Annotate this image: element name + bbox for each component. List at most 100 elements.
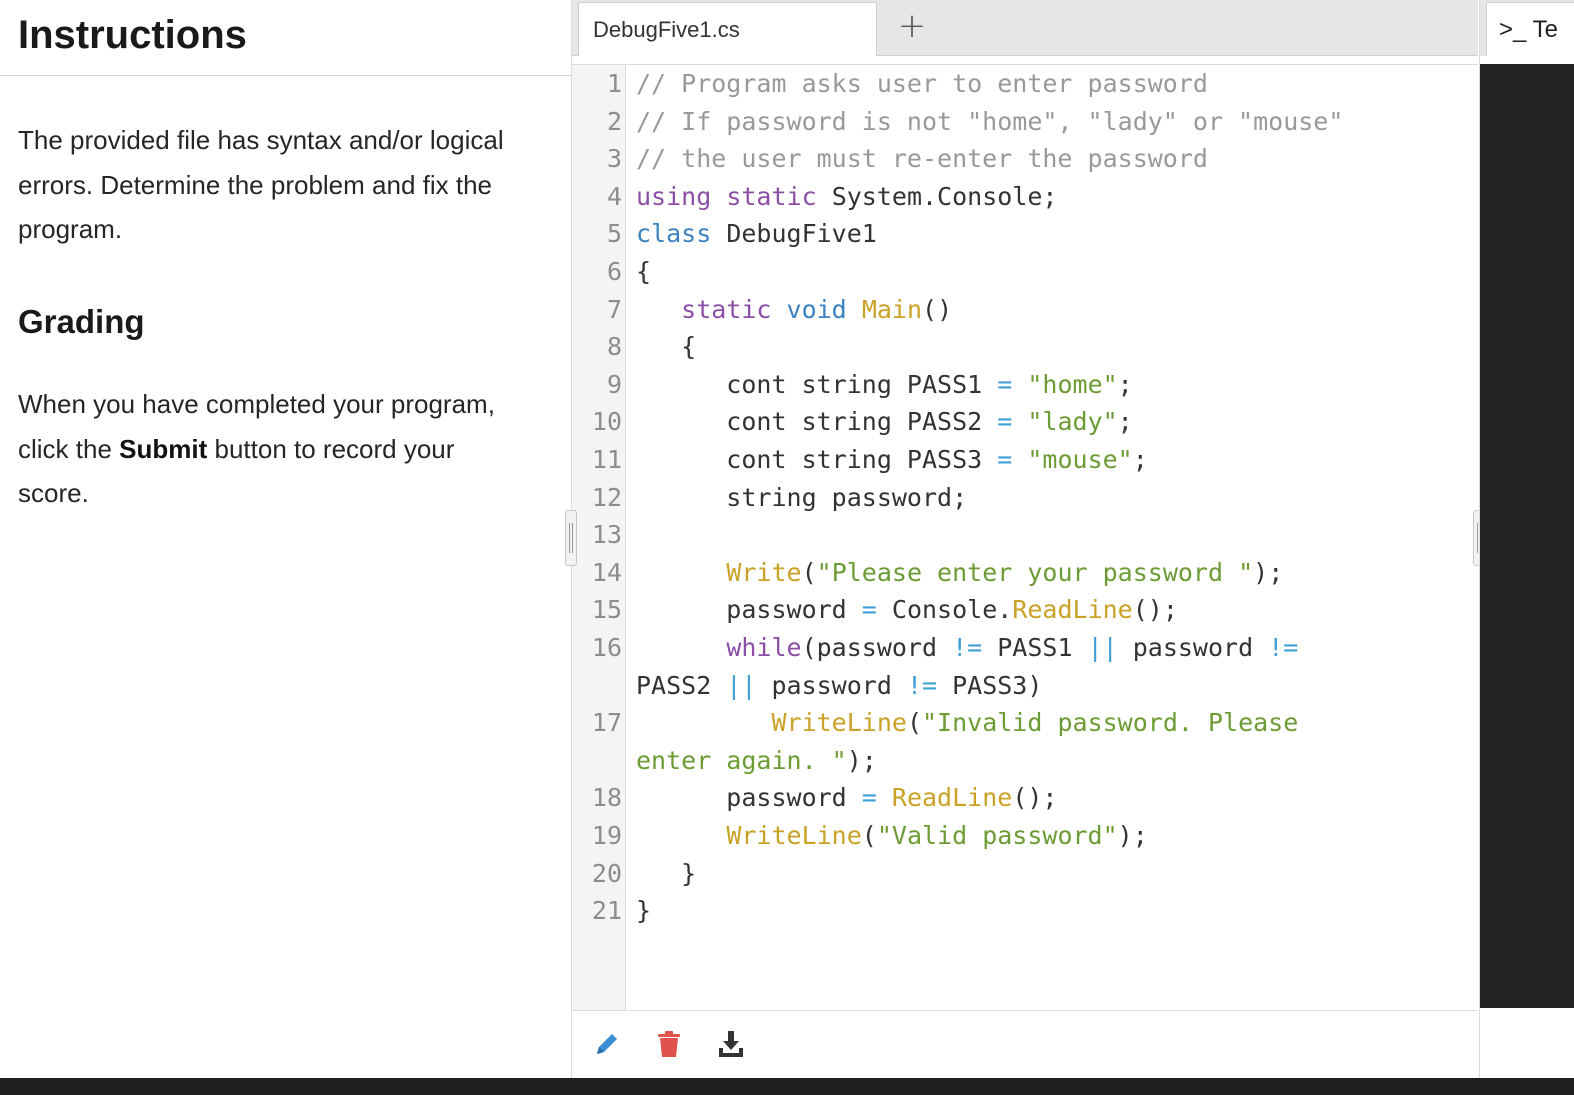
code-text: static void Main()	[636, 291, 952, 329]
code-token: ()	[922, 294, 953, 324]
terminal-output[interactable]	[1480, 64, 1574, 1008]
code-token: (	[906, 708, 922, 738]
code-token: static	[726, 181, 817, 211]
code-line: 12 string password;	[572, 479, 1478, 517]
code-token: using	[636, 181, 712, 211]
edit-button[interactable]	[592, 1029, 622, 1059]
code-token: WriteLine	[726, 821, 862, 850]
bottom-bar	[0, 1078, 1574, 1095]
code-text: cont string PASS2 = "lady";	[636, 403, 1133, 441]
instructions-header: Instructions	[0, 0, 571, 76]
code-editor[interactable]: 1 // Program asks user to enter password 2…	[572, 64, 1478, 1010]
code-token: !=	[1268, 633, 1299, 662]
code-token: ;	[1117, 407, 1133, 437]
line-number: 16	[591, 633, 622, 662]
code-text: enter again. ");	[636, 742, 877, 780]
editor-tab-bar: DebugFive1.cs +	[572, 0, 1478, 56]
code-text: cont string PASS1 = "home";	[636, 366, 1132, 404]
line-number: 17	[591, 708, 622, 738]
code-token: DebugFive1	[711, 219, 877, 249]
code-text: {	[636, 253, 651, 291]
line-number: 21	[591, 896, 622, 926]
terminal-tab[interactable]: >_ Te	[1486, 2, 1574, 56]
code-token: void	[786, 294, 847, 324]
code-token: System.Console;	[816, 181, 1058, 211]
code-line: 17 WriteLine("Invalid password. Please	[572, 704, 1478, 742]
code-token: cont string PASS1	[636, 369, 998, 399]
line-number: 7	[606, 294, 622, 324]
code-line: enter again. ");	[572, 742, 1478, 780]
code-line: 15 password = Console.ReadLine();	[572, 591, 1478, 629]
code-token: );	[846, 745, 877, 775]
code-token: Main	[861, 294, 923, 324]
code-token: "mouse"	[1027, 445, 1133, 474]
left-resize-handle[interactable]	[565, 510, 577, 566]
code-token: // the user must re-enter the password	[636, 144, 1208, 174]
line-number: 8	[606, 332, 622, 362]
code-line: 11 cont string PASS3 = "mouse";	[572, 441, 1478, 479]
code-token: }	[636, 858, 697, 888]
code-token: WriteLine	[771, 708, 907, 738]
line-number: 3	[606, 144, 622, 174]
code-text: WriteLine("Invalid password. Please	[636, 704, 1298, 742]
code-line: 10 cont string PASS2 = "lady";	[572, 403, 1478, 441]
file-tab[interactable]: DebugFive1.cs	[578, 2, 877, 56]
code-text: PASS2 || password != PASS3)	[636, 667, 1042, 705]
file-tab-label: DebugFive1.cs	[593, 17, 740, 42]
line-number: 11	[591, 445, 622, 474]
line-number: 19	[591, 821, 622, 850]
line-number: 2	[606, 106, 622, 136]
line-number: 6	[606, 257, 622, 286]
code-token: =	[861, 783, 877, 813]
code-token: ||	[1087, 633, 1118, 662]
download-button[interactable]	[716, 1029, 746, 1059]
code-token: PASS1	[982, 633, 1088, 662]
line-number: 4	[606, 181, 622, 211]
code-token: (	[801, 557, 817, 587]
code-text: password = ReadLine();	[636, 779, 1057, 817]
code-text: class DebugFive1	[636, 215, 877, 253]
delete-button[interactable]	[654, 1029, 684, 1059]
code-token: cont string PASS2	[636, 407, 998, 437]
code-line: 1 // Program asks user to enter password	[572, 65, 1478, 103]
code-line: 8 {	[572, 328, 1478, 366]
line-number: 14	[591, 557, 622, 587]
code-text: // the user must re-enter the password	[636, 140, 1208, 178]
code-text: WriteLine("Valid password");	[636, 817, 1147, 855]
line-number: 5	[606, 219, 622, 249]
instructions-panel: Instructions The provided file has synta…	[0, 0, 571, 1078]
code-line: 21}	[572, 892, 1478, 930]
code-token: password	[636, 595, 862, 625]
code-line: 18 password = ReadLine();	[572, 779, 1478, 817]
code-line: 3 // the user must re-enter the password	[572, 140, 1478, 178]
code-text: while(password != PASS1 || password !=	[636, 629, 1298, 667]
code-token: string password;	[636, 482, 968, 512]
code-token: "lady"	[1027, 407, 1118, 437]
code-text: {	[636, 328, 696, 366]
trash-icon	[658, 1031, 680, 1057]
code-token: }	[636, 896, 652, 926]
code-line: 4 using static System.Console;	[572, 178, 1478, 216]
code-token: static	[681, 294, 772, 324]
add-tab-button[interactable]: +	[892, 6, 932, 46]
line-number: 1	[606, 69, 622, 98]
code-text: // Program asks user to enter password	[636, 65, 1208, 103]
line-number: 18	[591, 783, 622, 813]
editor-panel: DebugFive1.cs + 1 // Program asks user to…	[572, 0, 1478, 1078]
code-token: ;	[1132, 445, 1148, 474]
code-token: enter again. "	[636, 745, 847, 775]
code-text: password = Console.ReadLine();	[636, 591, 1178, 629]
code-token: PASS2	[636, 670, 727, 700]
line-number: 13	[591, 520, 622, 550]
code-token: ReadLine	[1012, 595, 1133, 625]
code-token: password	[756, 670, 907, 700]
code-token: ReadLine	[891, 783, 1013, 813]
code-line: 5 class DebugFive1	[572, 215, 1478, 253]
pencil-icon	[597, 1034, 617, 1054]
